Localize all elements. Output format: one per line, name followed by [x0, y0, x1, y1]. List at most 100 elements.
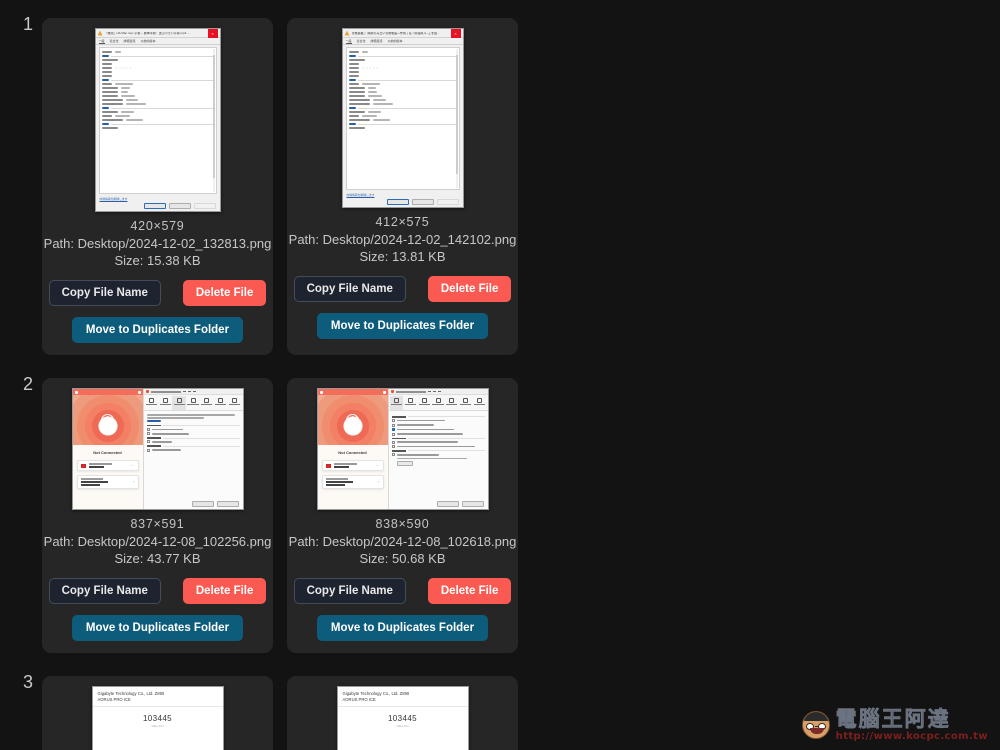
options-tab[interactable]	[473, 396, 487, 410]
group-card-list: Gigabyte Technology Co., Ltd. Z890 AORUS…	[18, 676, 1000, 750]
copy-file-name-button[interactable]: Copy File Name	[293, 578, 406, 604]
delete-file-button[interactable]: Delete File	[182, 280, 267, 306]
options-footer-buttons	[144, 498, 243, 509]
vpn-options-window	[142, 389, 243, 509]
power-icon[interactable]	[346, 413, 359, 427]
vpn-server-selector[interactable]: ⋯	[76, 460, 139, 471]
image-dimensions: 420×579	[130, 219, 185, 233]
vpn-main-window: Not Connected ⋯ ›	[72, 389, 143, 509]
options-tab-strip	[143, 395, 243, 411]
delete-file-button[interactable]: Delete File	[427, 578, 512, 604]
move-to-duplicates-folder-button[interactable]: Move to Duplicates Folder	[71, 317, 244, 343]
vpn-smart-location[interactable]: ›	[76, 475, 139, 489]
gigabyte-info-preview: Gigabyte Technology Co., Ltd. Z890 AORUS…	[92, 687, 223, 750]
gigabyte-value: 103445	[142, 714, 173, 724]
image-thumbnail[interactable]: Gigabyte Technology Co., Ltd. Z890 AORUS…	[336, 686, 469, 750]
more-icon: ⋯	[130, 463, 135, 468]
vpn-hero-area	[72, 395, 143, 445]
options-cancel-button[interactable]	[216, 500, 239, 507]
gigabyte-info-preview: Gigabyte Technology Co., Ltd. Z890 AORUS…	[337, 687, 468, 750]
close-icon: ×	[207, 29, 218, 38]
copy-file-name-button[interactable]: Copy File Name	[48, 280, 161, 306]
vpn-options-window	[387, 389, 488, 509]
image-size: Size: 43.77 KB	[114, 551, 201, 566]
dialog-tab: 詳細資訊	[123, 39, 136, 43]
thumbnail-wrapper: Gigabyte Technology Co., Ltd. Z890 AORUS…	[50, 686, 265, 750]
dialog-tab: 一般	[345, 39, 352, 44]
options-tab[interactable]	[403, 396, 417, 410]
options-tab[interactable]	[158, 396, 172, 410]
image-size: Size: 15.38 KB	[114, 253, 201, 268]
move-to-duplicates-folder-button[interactable]: Move to Duplicates Folder	[71, 615, 244, 641]
vpn-server-selector[interactable]: ⋯	[321, 460, 384, 471]
duplicate-card[interactable]: Not Connected ⋯ ›	[42, 378, 273, 653]
delete-file-button[interactable]: Delete File	[182, 578, 267, 604]
options-tab[interactable]	[200, 396, 214, 410]
options-cancel-button[interactable]	[461, 500, 484, 507]
duplicate-card[interactable]: Not Connected ⋯ ›	[287, 378, 518, 653]
image-path: Path: Desktop/2024-12-02_132813.png	[43, 236, 272, 251]
delete-file-button[interactable]: Delete File	[427, 276, 512, 302]
vpn-app-preview: Not Connected ⋯ ›	[317, 389, 488, 509]
options-tab[interactable]	[145, 396, 159, 410]
copy-file-name-button[interactable]: Copy File Name	[293, 276, 406, 302]
windows-properties-dialog-preview: 「無題」HA Mac.mov 字幕 ~ 簡単手順：選ぶ小さい字幕.mp4 -..…	[95, 29, 220, 211]
options-tab[interactable]	[445, 396, 459, 410]
dialog-ok-button[interactable]	[143, 203, 166, 209]
options-tab-strip	[388, 395, 488, 411]
image-thumbnail[interactable]: 付属搭載了 除用のみ立いな前動画 +作用了名 / 即速用ル~工を起... × 一…	[341, 28, 464, 208]
options-tab[interactable]	[186, 396, 200, 410]
options-tab[interactable]	[228, 396, 242, 410]
dialog-apply-button[interactable]	[436, 199, 459, 205]
options-ok-button[interactable]	[191, 500, 214, 507]
dialog-cancel-button[interactable]	[168, 203, 191, 209]
duplicate-card[interactable]: 付属搭載了 除用のみ立いな前動画 +作用了名 / 即速用ル~工を起... × 一…	[287, 18, 518, 355]
options-tab[interactable]	[431, 396, 445, 410]
options-tab[interactable]	[417, 396, 431, 410]
duplicate-card[interactable]: 「無題」HA Mac.mov 字幕 ~ 簡単手順：選ぶ小さい字幕.mp4 -..…	[42, 18, 273, 355]
vpn-connection-status: Not Connected	[338, 450, 367, 455]
thumbnail-wrapper: Not Connected ⋯ ›	[295, 388, 510, 510]
dialog-scrollbar	[212, 49, 215, 192]
dialog-cancel-button[interactable]	[411, 199, 434, 205]
dialog-ok-button[interactable]	[386, 199, 409, 205]
image-thumbnail[interactable]: Gigabyte Technology Co., Ltd. Z890 AORUS…	[91, 686, 224, 750]
options-tab[interactable]	[459, 396, 473, 410]
options-tab[interactable]	[389, 396, 404, 410]
image-dimensions: 837×591	[130, 517, 185, 531]
dialog-tab: 以前的版本	[140, 39, 156, 43]
move-to-duplicates-folder-button[interactable]: Move to Duplicates Folder	[316, 313, 489, 339]
options-tab[interactable]	[172, 396, 187, 410]
duplicate-card[interactable]: Gigabyte Technology Co., Ltd. Z890 AORUS…	[42, 676, 273, 750]
chevron-right-icon: ›	[133, 479, 135, 485]
image-thumbnail[interactable]: Not Connected ⋯ ›	[316, 388, 489, 510]
copy-file-name-button[interactable]: Copy File Name	[48, 578, 161, 604]
duplicate-image-finder-app: 1 「無題」HA Mac.mov 字幕 ~ 簡単手順：選ぶ小さい字幕.mp4 -…	[0, 0, 1000, 750]
motherboard-model: AORUS PRO ICE	[342, 697, 376, 703]
move-to-duplicates-folder-button[interactable]: Move to Duplicates Folder	[316, 615, 489, 641]
dialog-properties-list: ☆☆☆☆☆	[345, 47, 460, 190]
flag-icon	[325, 463, 331, 468]
warning-icon	[97, 30, 103, 36]
power-icon[interactable]	[101, 413, 114, 427]
image-thumbnail[interactable]: Not Connected ⋯ ›	[71, 388, 244, 510]
gigabyte-value-label: Video Port	[151, 725, 164, 729]
options-tab[interactable]	[214, 396, 228, 410]
thumbnail-wrapper: Gigabyte Technology Co., Ltd. Z890 AORUS…	[295, 686, 510, 750]
thumbnail-wrapper: 付属搭載了 除用のみ立いな前動画 +作用了名 / 即速用ル~工を起... × 一…	[295, 28, 510, 208]
dialog-apply-button[interactable]	[193, 203, 216, 209]
image-thumbnail[interactable]: 「無題」HA Mac.mov 字幕 ~ 簡単手順：選ぶ小さい字幕.mp4 -..…	[94, 28, 221, 212]
vpn-smart-location[interactable]: ›	[321, 475, 384, 489]
image-size: Size: 50.68 KB	[359, 551, 446, 566]
image-dimensions: 838×590	[375, 517, 430, 531]
image-dimensions: 412×575	[375, 215, 430, 229]
dialog-tabs: 一般 表全化 詳細資訊 以前的版本	[342, 38, 463, 45]
options-action-button[interactable]	[396, 461, 413, 467]
dialog-scrollbar	[455, 49, 458, 188]
options-ok-button[interactable]	[436, 500, 459, 507]
card-action-row: Copy File Name Delete File	[48, 280, 267, 306]
dialog-buttons	[96, 201, 220, 211]
dialog-title-text: 「無題」HA Mac.mov 字幕 ~ 簡単手順：選ぶ小さい字幕.mp4 -..…	[104, 31, 191, 35]
duplicate-card[interactable]: Gigabyte Technology Co., Ltd. Z890 AORUS…	[287, 676, 518, 750]
dialog-tab: 以前的版本	[387, 39, 403, 43]
